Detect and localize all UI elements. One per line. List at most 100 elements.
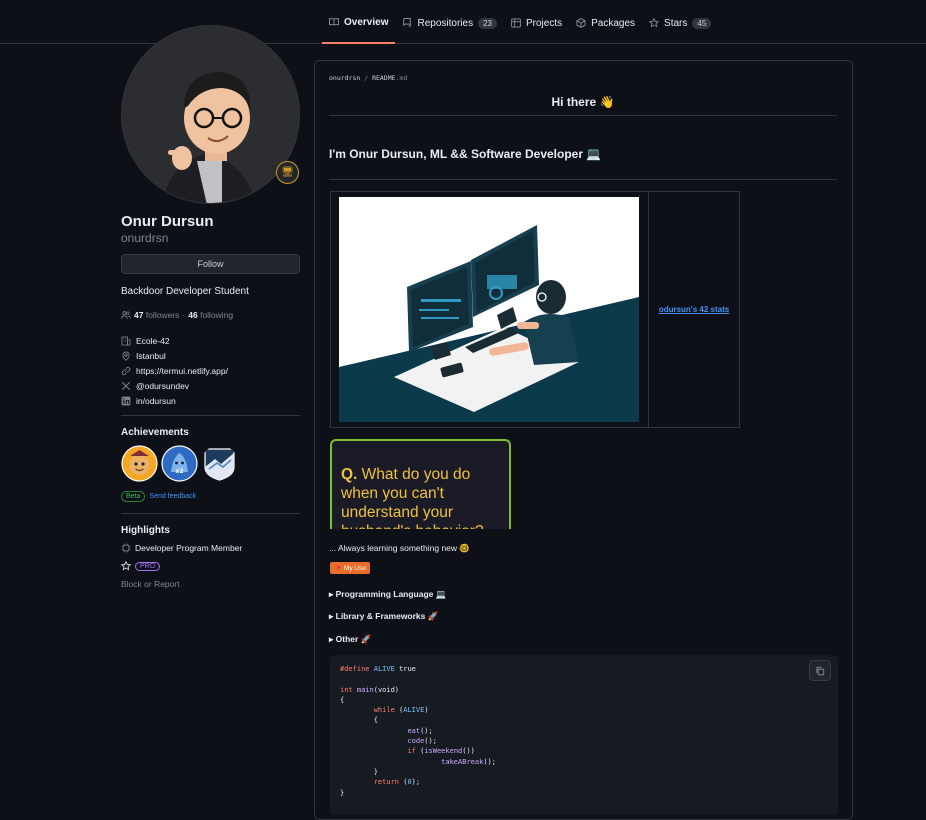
- achievement-badge-arctic-code-vault[interactable]: [201, 445, 238, 482]
- highlight-program: Developer Program Member: [121, 543, 242, 553]
- code-true: true: [399, 665, 416, 673]
- code-block: #define ALIVE true int main(void) { whil…: [330, 655, 838, 815]
- readme-table-cell-stats: odursun's 42 stats: [649, 192, 739, 427]
- readme-table-cell-image: [331, 192, 649, 427]
- tab-projects[interactable]: Projects: [504, 14, 569, 44]
- code-isweekend: isWeekend: [424, 747, 463, 756]
- developer-illustration: [339, 197, 639, 422]
- repo-icon: [403, 18, 412, 27]
- avatar-illustration: [122, 26, 299, 203]
- tab-repositories-label: Repositories: [417, 17, 474, 29]
- copy-button[interactable]: [809, 660, 831, 681]
- tab-repositories[interactable]: Repositories 23: [395, 14, 504, 44]
- x-icon: [121, 381, 131, 391]
- detail-website-text[interactable]: https://termui.netlify.app/: [136, 366, 228, 376]
- svg-text:x2: x2: [175, 468, 183, 475]
- details-other[interactable]: ▸ Other 🚀: [329, 634, 371, 645]
- highlight-program-text[interactable]: Developer Program Member: [135, 543, 242, 553]
- tab-packages[interactable]: Packages: [569, 14, 642, 44]
- quote-q: Q.: [341, 466, 358, 483]
- profile-bio: Backdoor Developer Student: [121, 286, 249, 297]
- readme-path-ext: .md: [395, 74, 408, 82]
- code-int: int: [340, 685, 353, 694]
- achievements-title[interactable]: Achievements: [121, 427, 189, 438]
- following-count: 46: [188, 310, 198, 320]
- followers-link[interactable]: 47 followers: [134, 310, 179, 320]
- copy-icon: [816, 666, 825, 675]
- code-main: main: [356, 685, 374, 694]
- book-icon: [329, 18, 339, 26]
- readme-heading: Hi there 👋: [329, 95, 837, 116]
- send-feedback-link[interactable]: Send feedback: [149, 493, 196, 500]
- highlight-pro: PRO: [121, 561, 161, 571]
- detail-website[interactable]: https://termui.netlify.app/: [121, 363, 228, 378]
- readme-intro: I'm Onur Dursun, ML && Software Develope…: [329, 147, 837, 180]
- profile-name: Onur Dursun: [121, 213, 214, 230]
- code-void: (void): [373, 685, 400, 694]
- detail-organization: Ecole-42: [121, 333, 228, 348]
- followers-label: followers: [145, 310, 180, 320]
- profile-login: onurdrsn: [121, 231, 169, 245]
- detail-location: Istanbul: [121, 348, 228, 363]
- quote-text: What do you do when you can't understand…: [341, 466, 484, 529]
- code-zero: 0: [407, 778, 412, 787]
- code-eat: eat: [407, 726, 421, 735]
- avatar[interactable]: [121, 25, 300, 204]
- details-programming-language[interactable]: ▸ Programming Language 💻: [329, 589, 446, 600]
- code-code: code: [407, 737, 425, 746]
- achievement-badge-starstruck[interactable]: [121, 445, 158, 482]
- follow-button[interactable]: Follow: [121, 254, 300, 274]
- table-icon: [511, 18, 521, 28]
- location-icon: [121, 351, 131, 361]
- achievement-badges: x2: [121, 445, 238, 482]
- readme-card: onurdrsn / README.md Hi there 👋 I'm Onur…: [314, 60, 853, 820]
- star-icon: [649, 18, 660, 28]
- followers-count: 47: [134, 310, 144, 320]
- pro-badge: PRO: [135, 561, 161, 571]
- readme-path: onurdrsn / README.md: [329, 74, 407, 82]
- tab-stars[interactable]: Stars 45: [642, 14, 718, 44]
- tab-stars-label: Stars: [664, 17, 688, 29]
- code-return: return: [373, 778, 400, 787]
- my-use-badge[interactable]: 📌 My Use: [330, 562, 370, 574]
- block-report-link[interactable]: Block or Report: [121, 579, 180, 589]
- following-link[interactable]: 46 following: [188, 310, 233, 320]
- detail-location-text: Istanbul: [136, 350, 166, 361]
- code-while-arg: ALIVE: [403, 706, 425, 715]
- link-icon: [121, 366, 131, 376]
- profile-tabs: Overview Repositories 23 Projects Packag…: [322, 14, 718, 44]
- code-alive: ALIVE: [373, 665, 395, 673]
- package-icon: [576, 18, 586, 28]
- achievement-badge-pull-shark[interactable]: x2: [161, 445, 198, 482]
- sidebar-divider: [121, 415, 300, 416]
- organization-icon: [121, 336, 131, 346]
- code-if: if: [407, 747, 416, 756]
- linkedin-icon: [121, 396, 131, 406]
- tab-overview-label: Overview: [344, 16, 389, 28]
- star-icon: [121, 561, 131, 571]
- tab-projects-label: Projects: [525, 17, 563, 29]
- detail-x[interactable]: @odursundev: [121, 378, 228, 393]
- detail-linkedin[interactable]: in/odursun: [121, 393, 228, 408]
- beta-feedback: Beta Send feedback: [121, 491, 196, 502]
- readme-table: odursun's 42 stats: [330, 191, 740, 428]
- quote-card: Q. What do you do when you can't underst…: [330, 439, 511, 529]
- details-library-frameworks[interactable]: ▸ Library & Frameworks 🚀: [329, 611, 438, 622]
- sidebar-divider: [121, 513, 300, 514]
- status-badge[interactable]: 🖥: [276, 161, 299, 184]
- detail-x-text[interactable]: @odursundev: [136, 381, 189, 391]
- code-takeabreak: takeABreak: [441, 757, 484, 766]
- detail-linkedin-text[interactable]: in/odursun: [136, 396, 176, 406]
- detail-organization-text: Ecole-42: [136, 335, 170, 346]
- readme-path-file[interactable]: README: [372, 74, 395, 82]
- profile-details: Ecole-42 Istanbul https://termui.netlify…: [121, 333, 228, 408]
- stats-link[interactable]: odursun's 42 stats: [659, 305, 729, 314]
- following-label: following: [200, 310, 234, 320]
- readme-path-separator: /: [360, 74, 373, 82]
- profile-nav: Overview Repositories 23 Projects Packag…: [0, 0, 926, 44]
- tab-overview[interactable]: Overview: [322, 14, 396, 44]
- follow-separator: ·: [182, 310, 186, 320]
- beta-label: Beta: [121, 491, 146, 502]
- readme-path-user[interactable]: onurdrsn: [329, 74, 360, 82]
- readme-learning: ... Always learning something new 🤓: [329, 543, 470, 553]
